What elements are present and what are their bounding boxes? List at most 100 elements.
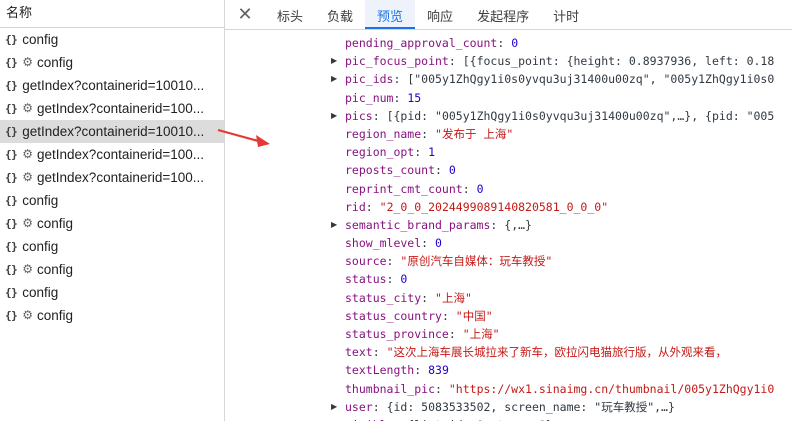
json-property-line: textLength: 839 — [225, 361, 792, 379]
json-property: pending_approval_count: 0 — [345, 34, 518, 52]
json-colon: : — [372, 108, 387, 123]
json-property-line[interactable]: ▶ user: {id: 5083533502, screen_name: "玩车… — [225, 398, 792, 416]
json-key: text — [345, 345, 373, 360]
json-type-icon: {} — [5, 102, 18, 115]
triangle-right-icon[interactable]: ▶ — [331, 107, 341, 125]
json-type-icon: {} — [5, 33, 18, 46]
json-colon: : — [490, 217, 505, 232]
json-key: status — [345, 272, 387, 287]
request-name: getIndex?containerid=100... — [37, 101, 205, 116]
json-value: 0 — [448, 163, 456, 178]
json-value: 839 — [428, 363, 449, 378]
json-colon: : — [448, 327, 463, 341]
triangle-right-icon[interactable]: ▶ — [331, 216, 341, 234]
json-value: "发布于 上海" — [435, 126, 514, 141]
json-value: [{pid: "005y1ZhQgy1i0s0yvqu3uj31400u00zq… — [386, 108, 775, 123]
tab-2[interactable]: 预览 — [365, 0, 416, 29]
tab-0[interactable]: 标头 — [265, 0, 315, 29]
json-colon: : — [421, 290, 436, 305]
request-name: config — [22, 239, 59, 254]
request-row[interactable]: {} config — [0, 28, 224, 51]
triangle-right-icon[interactable]: ▶ — [331, 398, 341, 416]
tab-4[interactable]: 发起程序 — [465, 0, 541, 29]
request-row[interactable]: {} config — [0, 281, 224, 304]
json-key: region_opt — [345, 145, 415, 160]
json-value: {id: 5083533502, screen_name: "玩车教授",…} — [386, 399, 675, 414]
json-key: pic_focus_point — [345, 54, 449, 69]
json-colon: : — [441, 308, 456, 323]
json-property-line[interactable]: ▶ pic_ids: ["005y1ZhQgy1i0s0yvqu3uj31400u… — [225, 70, 792, 88]
json-property-line: rid: "2_0_0_2024499089140820581_0_0_0" — [225, 198, 792, 216]
request-rows: {} config{} ⚙ config{} getIndex?containerid=… — [0, 28, 224, 327]
close-icon[interactable]: ✕ — [225, 0, 265, 29]
json-value: 15 — [407, 90, 422, 105]
json-property-line: region_opt: 1 — [225, 143, 792, 161]
request-name: config — [22, 32, 59, 47]
tab-5[interactable]: 计时 — [541, 0, 591, 29]
request-name: config — [37, 262, 74, 277]
json-property-line: thumbnail_pic: "https://wx1.sinaimg.cn/t… — [225, 380, 792, 398]
json-key: rid — [345, 199, 366, 214]
json-property: pics: [{pid: "005y1ZhQgy1i0s0yvqu3uj3140… — [345, 107, 774, 125]
json-key: pic_num — [345, 90, 394, 105]
json-property-line: region_name: "发布于 上海" — [225, 125, 792, 143]
json-value: "中国" — [455, 308, 493, 323]
json-type-icon: {} — [5, 125, 18, 138]
tab-3[interactable]: 响应 — [415, 0, 465, 29]
json-property-line[interactable]: ▶ semantic_brand_params: {,…} — [225, 216, 792, 234]
json-value: 0 — [476, 181, 484, 196]
json-value: "上海" — [435, 290, 472, 305]
triangle-right-icon[interactable]: ▶ — [331, 52, 341, 70]
json-property-line: status: 0 — [225, 270, 792, 288]
tab-list: 标头 负载 预览 响应 发起程序 计时 — [265, 0, 591, 29]
request-row[interactable]: {} config — [0, 235, 224, 258]
json-property: reposts_count: 0 — [345, 161, 456, 179]
json-colon: : — [421, 126, 436, 141]
json-property: source: "原创汽车自媒体：玩车教授" — [345, 252, 552, 270]
request-row[interactable]: {} ⚙ config — [0, 212, 224, 235]
json-property: text: "这次上海车展长城拉来了新车，欧拉闪电猫旅行版，从外观来看， — [345, 343, 727, 361]
json-value: "https://wx1.sinaimg.cn/thumbnail/005y1Z… — [448, 381, 775, 396]
gear-icon: ⚙ — [22, 55, 34, 69]
json-key: show_mlevel — [345, 236, 422, 251]
json-key: semantic_brand_params — [345, 217, 491, 232]
json-property-line[interactable]: ▶ visible: {list_id: 0, type: 0} — [225, 416, 792, 421]
request-row[interactable]: {} config — [0, 189, 224, 212]
json-value: "原创汽车自媒体：玩车教授" — [400, 254, 553, 269]
json-property: status: 0 — [345, 270, 407, 288]
request-row[interactable]: {} ⚙ config — [0, 304, 224, 327]
json-key: status_city — [345, 290, 422, 305]
triangle-right-icon[interactable]: ▶ — [331, 70, 341, 88]
json-value: 0 — [511, 36, 519, 50]
json-key: user — [345, 399, 373, 414]
json-type-icon: {} — [5, 194, 18, 207]
request-list: 名称 {} config{} ⚙ config{} getIndex?container… — [0, 0, 225, 421]
request-row[interactable]: {} getIndex?containerid=10010... — [0, 120, 224, 143]
json-property-line[interactable]: ▶ pics: [{pid: "005y1ZhQgy1i0s0yvqu3uj314… — [225, 107, 792, 125]
json-colon: : — [448, 54, 463, 69]
json-property-line: pending_approval_count: 0 — [225, 34, 792, 52]
json-key: source — [345, 254, 387, 269]
json-property: region_opt: 1 — [345, 143, 435, 161]
json-key: pic_ids — [345, 72, 394, 87]
json-property: visible: {list_id: 0, type: 0} — [345, 416, 553, 421]
json-key: textLength — [345, 363, 415, 378]
json-property-line: source: "原创汽车自媒体：玩车教授" — [225, 252, 792, 270]
json-property: textLength: 839 — [345, 361, 449, 379]
request-row[interactable]: {} ⚙ config — [0, 258, 224, 281]
json-colon: : — [386, 254, 401, 269]
triangle-right-icon[interactable]: ▶ — [331, 416, 341, 421]
json-colon: : — [365, 199, 380, 214]
json-value: ["005y1ZhQgy1i0s0yvqu3uj31400u00zq", "00… — [407, 72, 775, 87]
gear-icon: ⚙ — [22, 101, 34, 115]
json-property-line[interactable]: ▶ pic_focus_point: [{focus_point: {height… — [225, 52, 792, 70]
json-type-icon: {} — [5, 56, 18, 69]
request-name: config — [37, 308, 74, 323]
request-row[interactable]: {} ⚙ config — [0, 51, 224, 74]
request-row[interactable]: {} ⚙ getIndex?containerid=100... — [0, 166, 224, 189]
request-row[interactable]: {} ⚙ getIndex?containerid=100... — [0, 143, 224, 166]
request-row[interactable]: {} ⚙ getIndex?containerid=100... — [0, 97, 224, 120]
tab-1[interactable]: 负载 — [315, 0, 365, 29]
request-row[interactable]: {} getIndex?containerid=10010... — [0, 74, 224, 97]
name-column-header[interactable]: 名称 — [0, 0, 224, 28]
